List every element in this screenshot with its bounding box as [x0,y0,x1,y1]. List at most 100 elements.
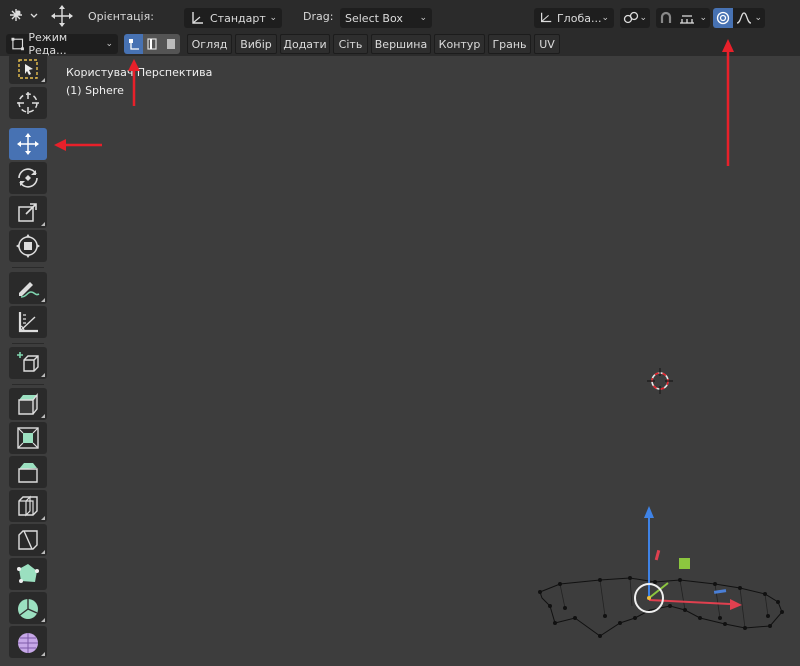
transform-space-value: Глоба... [556,11,602,25]
orientation-icon [192,12,203,24]
loop-cut-tool[interactable] [9,490,47,522]
pivot-point-dropdown[interactable]: ⌄ [620,8,650,28]
move-icon [51,5,73,27]
tool-options-corner [41,652,45,656]
drag-label: Drag: [303,10,334,23]
link-icon [623,11,639,24]
spin-tool[interactable] [9,592,47,624]
orientation-dropdown[interactable]: Стандарт ⌄ [184,8,282,28]
select-box-tool[interactable] [9,54,47,84]
move-icon [17,133,39,155]
tool-options-corner [41,414,45,418]
drag-dropdown[interactable]: Select Box ⌄ [340,8,432,28]
bevel-icon [18,463,38,483]
transform-icon [16,234,40,258]
chevron-down-icon: ⌄ [269,13,277,23]
menu-view[interactable]: Огляд [187,34,232,54]
smooth-sphere-icon [18,633,38,653]
toolbar-separator [12,384,44,385]
toolbar-separator [12,267,44,268]
knife-icon [18,530,38,550]
poly-build-tool[interactable] [9,558,47,590]
falloff-curve-icon [736,12,752,24]
viewport-object-name: (1) Sphere [66,84,124,97]
edge-select-button[interactable] [143,34,161,54]
proportional-editing-icon [716,11,730,25]
edit-mode-icon [11,37,24,51]
menu-vertex[interactable]: Вершина [371,34,431,54]
knife-tool[interactable] [9,524,47,556]
select-box-icon [18,59,38,79]
measure-ruler-icon [18,312,38,333]
spin-icon [18,599,38,619]
smooth-tool[interactable] [9,626,47,658]
tool-options-corner [41,78,45,82]
chevron-down-icon: ⌄ [601,13,609,23]
proportional-editing-toggle[interactable] [713,8,733,28]
proportional-falloff-dropdown[interactable]: ⌄ [733,8,765,28]
tool-settings-button[interactable] [6,6,40,26]
bevel-tool[interactable] [9,456,47,488]
chevron-down-icon: ⌄ [639,13,647,23]
extrude-tool[interactable] [9,388,47,420]
mode-dropdown[interactable]: Режим Реда... ⌄ [6,31,118,57]
snap-increment-icon [680,15,694,24]
rotate-icon [18,168,38,188]
snap-toggle[interactable] [656,8,676,28]
mesh-wireframe [538,506,784,638]
cursor-tool[interactable] [9,87,47,119]
vertex-select-button[interactable] [124,34,143,54]
chevron-down-icon: ⌄ [754,13,762,23]
inset-tool[interactable] [9,422,47,454]
3d-cursor[interactable] [646,367,674,395]
tool-options-corner [41,516,45,520]
annotation-arrow-vertex-mode [128,59,140,106]
add-cube-icon [17,352,39,372]
poly-build-icon [17,564,39,583]
menu-select[interactable]: Вибір [235,34,277,54]
loop-cut-icon [18,495,38,517]
3d-cursor-icon [647,368,673,394]
rotate-tool[interactable] [9,162,47,194]
move-tool-header-icon[interactable] [48,4,76,28]
menu-edge[interactable]: Контур [434,34,485,54]
toolbar-separator [12,343,44,344]
tool-settings-icon [10,9,38,21]
chevron-down-icon: ⌄ [699,13,707,23]
tool-options-corner [41,373,45,377]
face-select-icon [166,39,175,49]
snap-target-dropdown[interactable]: ⌄ [676,8,710,28]
transform-tool[interactable] [9,230,47,262]
transform-space-dropdown[interactable]: Глоба... ⌄ [534,8,614,28]
tool-shelf [0,54,52,666]
transform-space-icon [541,12,552,23]
orientation-label: Орієнтація: [88,10,154,23]
scale-icon [18,203,37,222]
orientation-value: Стандарт [210,11,266,25]
menu-face[interactable]: Грань [488,34,531,54]
annotate-pencil-icon [19,282,40,298]
tool-options-corner [41,222,45,226]
face-select-button[interactable] [161,34,180,54]
drag-value: Select Box [345,11,403,25]
menu-mesh[interactable]: Сіть [333,34,368,54]
annotation-arrow-proportional-editing [722,39,734,166]
magnet-icon [660,11,672,23]
annotate-tool[interactable] [9,272,47,304]
measure-tool[interactable] [9,306,47,338]
menu-add[interactable]: Додати [280,34,330,54]
tool-options-corner [41,550,45,554]
edge-select-icon [147,38,157,50]
annotation-arrow-move-tool [54,139,102,151]
inset-faces-icon [17,427,39,449]
menu-uv[interactable]: UV [534,34,560,54]
mesh-and-gizmo [520,498,800,648]
scale-tool[interactable] [9,196,47,228]
chevron-down-icon: ⌄ [419,13,427,23]
chevron-down-icon: ⌄ [105,39,113,49]
extrude-icon [18,393,38,415]
move-tool[interactable] [9,128,47,160]
vertex-select-icon [128,39,139,50]
tool-options-corner [41,618,45,622]
add-cube-tool[interactable] [9,347,47,379]
